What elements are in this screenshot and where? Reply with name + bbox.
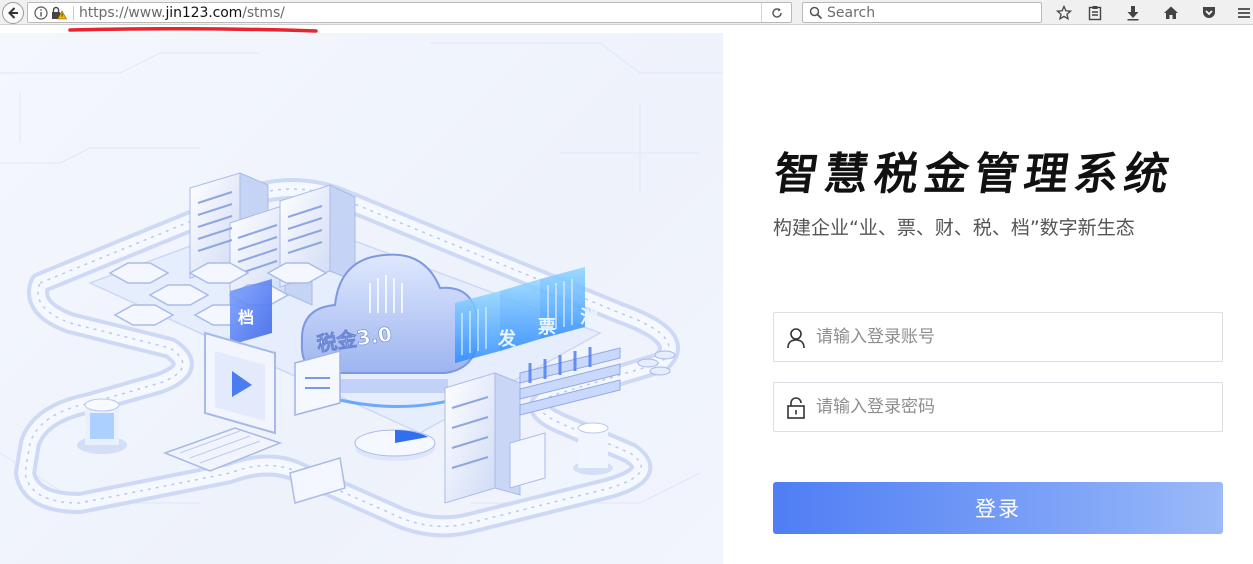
browser-toolbar: https://www.jin123.com/stms/ Search — [0, 0, 1253, 25]
download-arrow-icon — [1127, 5, 1139, 20]
account-field[interactable] — [773, 312, 1223, 362]
document-card — [294, 350, 341, 416]
home-button[interactable] — [1159, 2, 1183, 23]
back-button[interactable] — [2, 2, 24, 24]
info-icon[interactable] — [34, 6, 48, 20]
address-bar[interactable]: https://www.jin123.com/stms/ — [27, 2, 792, 23]
pocket-button[interactable] — [1197, 2, 1221, 23]
storage-cylinder-right — [573, 422, 613, 475]
star-icon — [1056, 4, 1072, 20]
account-input[interactable] — [816, 313, 1216, 361]
search-placeholder: Search — [827, 5, 876, 21]
back-arrow-icon — [8, 7, 18, 19]
card-char-3: 池 — [580, 306, 598, 328]
lock-icon — [787, 397, 805, 419]
system-subtitle: 构建企业“业、票、财、税、档”数字新生态 — [773, 217, 1135, 239]
user-icon — [787, 328, 805, 349]
card-char-1: 发 — [497, 328, 517, 350]
url-text[interactable]: https://www.jin123.com/stms/ — [79, 5, 285, 21]
pie-disk-graphic — [354, 429, 436, 461]
downloads-button[interactable] — [1121, 2, 1145, 23]
home-icon — [1164, 6, 1178, 19]
reload-button[interactable] — [761, 3, 791, 22]
insecure-lock-icon[interactable] — [51, 6, 67, 20]
card-char-2: 票 — [538, 317, 556, 338]
hamburger-menu-icon — [1237, 7, 1250, 18]
login-button[interactable]: 登录 — [773, 482, 1223, 534]
password-field[interactable] — [773, 382, 1223, 432]
isometric-datacenter-illustration: 税金3.0 发 票 池 档 — [0, 42, 723, 538]
system-title: 智慧税金管理系统 — [770, 149, 1178, 200]
archive-char: 档 — [238, 308, 254, 327]
search-icon — [809, 6, 823, 20]
search-bar[interactable]: Search — [802, 2, 1042, 23]
bookmarks-library-button[interactable] — [1083, 2, 1107, 23]
pocket-icon — [1203, 7, 1215, 18]
reload-icon — [771, 7, 782, 18]
hero-illustration: 税金3.0 发 票 池 档 — [0, 33, 723, 564]
bookmark-star-button[interactable] — [1052, 2, 1076, 23]
url-domain: jin123.com — [165, 5, 243, 21]
menu-button[interactable] — [1234, 2, 1253, 23]
password-input[interactable] — [816, 383, 1216, 431]
clipboard-icon — [1088, 5, 1102, 20]
